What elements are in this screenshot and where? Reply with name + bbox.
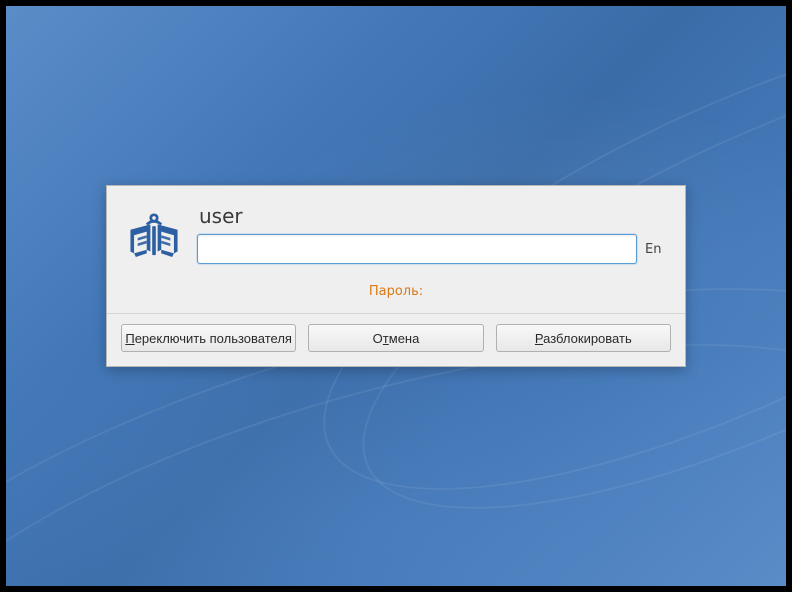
switch-user-button[interactable]: Переключить пользователя — [121, 324, 296, 352]
distro-logo-icon — [125, 208, 183, 266]
unlock-dialog: user En Пароль: Переключить пользователя… — [106, 185, 686, 367]
username-label: user — [197, 204, 667, 228]
credentials-area: user En — [197, 204, 667, 264]
password-prompt-label: Пароль: — [369, 284, 423, 299]
unlock-button[interactable]: Разблокировать — [496, 324, 671, 352]
password-input[interactable] — [197, 234, 637, 264]
cancel-button[interactable]: Отмена — [308, 324, 483, 352]
status-row: Пароль: — [107, 274, 685, 313]
keyboard-layout-indicator: En — [645, 242, 667, 257]
button-row: Переключить пользователя Отмена Разблоки… — [107, 313, 685, 366]
desktop-background: user En Пароль: Переключить пользователя… — [6, 6, 786, 586]
dialog-credentials: user En — [107, 186, 685, 274]
password-row: En — [197, 234, 667, 264]
